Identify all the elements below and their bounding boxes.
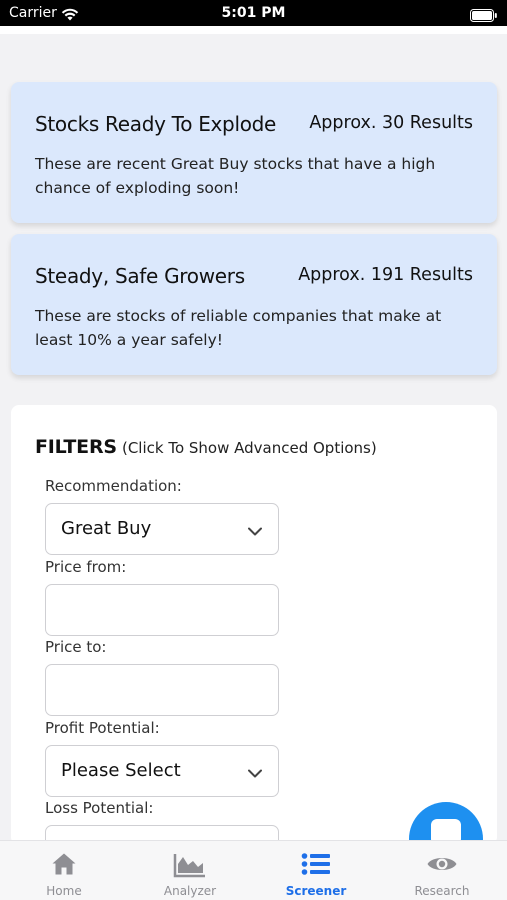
screen-card-description: These are recent Great Buy stocks that h… xyxy=(35,155,436,197)
tab-label: Research xyxy=(414,884,470,898)
profit-potential-label: Profit Potential: xyxy=(45,719,160,737)
clock-time: 5:01 PM xyxy=(221,5,286,21)
battery-icon xyxy=(470,7,498,26)
screen-card-explode[interactable]: Stocks Ready To Explode Approx. 30 Resul… xyxy=(11,82,497,223)
screen-card-description: These are stocks of reliable companies t… xyxy=(35,307,442,349)
profit-potential-select[interactable]: Please Select xyxy=(45,745,279,797)
tab-research[interactable]: Research xyxy=(379,841,505,900)
tab-screener[interactable]: Screener xyxy=(253,841,379,900)
recommendation-select[interactable]: Great Buy xyxy=(45,503,279,555)
loss-potential-label: Loss Potential: xyxy=(45,799,154,817)
screen-card-growers[interactable]: Steady, Safe Growers Approx. 191 Results… xyxy=(11,234,497,375)
eye-icon xyxy=(379,852,505,878)
filters-header[interactable]: FILTERS (Click To Show Advanced Options) xyxy=(35,436,377,458)
status-bar: Carrier 5:01 PM xyxy=(0,0,507,26)
tab-label: Screener xyxy=(285,884,347,898)
tab-label: Home xyxy=(46,884,82,898)
tab-label: Analyzer xyxy=(163,884,217,898)
price-from-input[interactable] xyxy=(45,584,279,636)
screen-card-title: Stocks Ready To Explode xyxy=(35,112,277,136)
chevron-down-icon xyxy=(248,523,262,541)
price-from-label: Price from: xyxy=(45,558,127,576)
area-chart-icon xyxy=(127,852,253,878)
screen-card-count: Approx. 30 Results xyxy=(309,113,473,133)
recommendation-value: Great Buy xyxy=(61,518,152,539)
filters-title: FILTERS xyxy=(35,436,117,458)
price-to-input[interactable] xyxy=(45,664,279,716)
profit-potential-value: Please Select xyxy=(61,760,181,781)
tab-analyzer[interactable]: Analyzer xyxy=(127,841,253,900)
chevron-down-icon xyxy=(248,765,262,783)
screen-card-title: Steady, Safe Growers xyxy=(35,264,245,288)
list-icon xyxy=(253,852,379,878)
filters-panel: FILTERS (Click To Show Advanced Options)… xyxy=(11,405,497,877)
header-band xyxy=(0,26,507,34)
tab-home[interactable]: Home xyxy=(1,841,127,900)
price-to-label: Price to: xyxy=(45,638,107,656)
screen-card-count: Approx. 191 Results xyxy=(298,265,473,285)
recommendation-label: Recommendation: xyxy=(45,477,182,495)
tab-bar: Home Analyzer Screener Research xyxy=(0,840,507,900)
filters-advanced-toggle[interactable]: (Click To Show Advanced Options) xyxy=(122,439,377,457)
home-icon xyxy=(1,852,127,878)
